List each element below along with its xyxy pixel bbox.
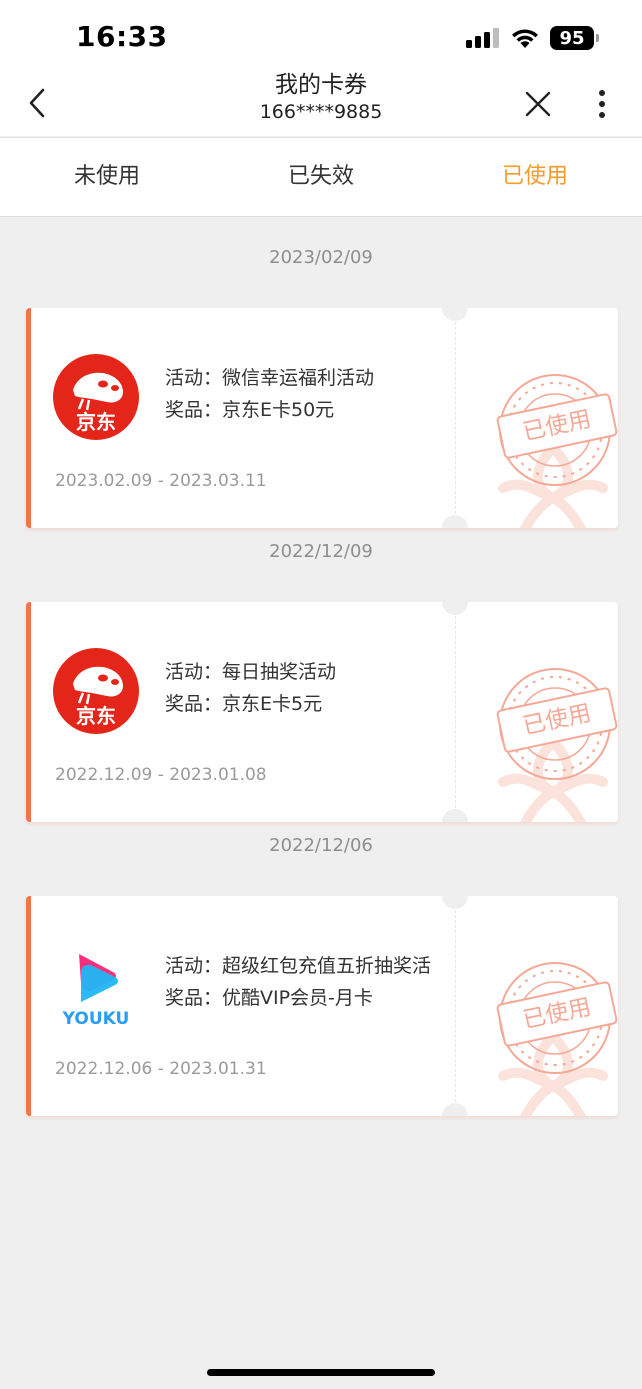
youku-logo-text: YOUKU bbox=[62, 1009, 130, 1028]
coupon-prize: 奖品：京东E卡50元 bbox=[165, 399, 335, 421]
battery-icon: 95 bbox=[550, 26, 599, 50]
close-button[interactable] bbox=[522, 88, 554, 120]
jd-logo-icon: 京东 bbox=[53, 648, 139, 734]
group-date: 2022/12/06 bbox=[269, 835, 373, 856]
tab-used[interactable]: 已使用 bbox=[428, 138, 642, 216]
jd-logo-text: 京东 bbox=[76, 410, 116, 434]
coupon-card[interactable]: 京东 活动：每日抽奖活动 奖品：京东E卡5元 2022.12.09 - 2023… bbox=[26, 602, 618, 822]
more-button[interactable] bbox=[588, 88, 616, 120]
cellular-signal-icon bbox=[466, 27, 500, 49]
more-vertical-icon bbox=[599, 90, 605, 118]
nav-bar: 我的卡券 166****9885 bbox=[0, 72, 642, 136]
status-time: 16:33 bbox=[76, 20, 168, 53]
jd-logo-text: 京东 bbox=[76, 704, 116, 728]
coupon-prize: 奖品：京东E卡5元 bbox=[165, 693, 323, 715]
coupon-card[interactable]: YOUKU 活动：超级红包充值五折抽奖活 奖品：优酷VIP会员-月卡 2022.… bbox=[26, 896, 618, 1116]
coupon-activity: 活动：微信幸运福利活动 bbox=[165, 367, 375, 389]
tab-expired[interactable]: 已失效 bbox=[214, 138, 428, 216]
coupon-activity: 活动：每日抽奖活动 bbox=[165, 661, 337, 683]
tab-unused[interactable]: 未使用 bbox=[0, 138, 214, 216]
coupon-card[interactable]: 京东 活动：微信幸运福利活动 奖品：京东E卡50元 2023.02.09 - 2… bbox=[26, 308, 618, 528]
close-icon bbox=[525, 91, 551, 117]
group-date: 2023/02/09 bbox=[269, 247, 373, 268]
coupon-validity-period: 2022.12.06 - 2023.01.31 bbox=[55, 1059, 267, 1079]
group-date: 2022/12/09 bbox=[269, 541, 373, 562]
youku-logo-icon: YOUKU bbox=[62, 954, 130, 1028]
coupon-status-tabs: 未使用 已失效 已使用 bbox=[0, 137, 642, 217]
coupon-prize: 奖品：优酷VIP会员-月卡 bbox=[165, 987, 373, 1009]
coupon-validity-period: 2023.02.09 - 2023.03.11 bbox=[55, 471, 267, 491]
status-bar: 16:33 95 bbox=[0, 0, 642, 72]
status-icons: 95 bbox=[466, 24, 599, 52]
wifi-icon bbox=[510, 27, 540, 49]
coupon-activity: 活动：超级红包充值五折抽奖活 bbox=[165, 955, 432, 977]
coupon-validity-period: 2022.12.09 - 2023.01.08 bbox=[55, 765, 267, 785]
home-indicator[interactable] bbox=[207, 1369, 435, 1376]
jd-logo-icon: 京东 bbox=[53, 354, 139, 440]
